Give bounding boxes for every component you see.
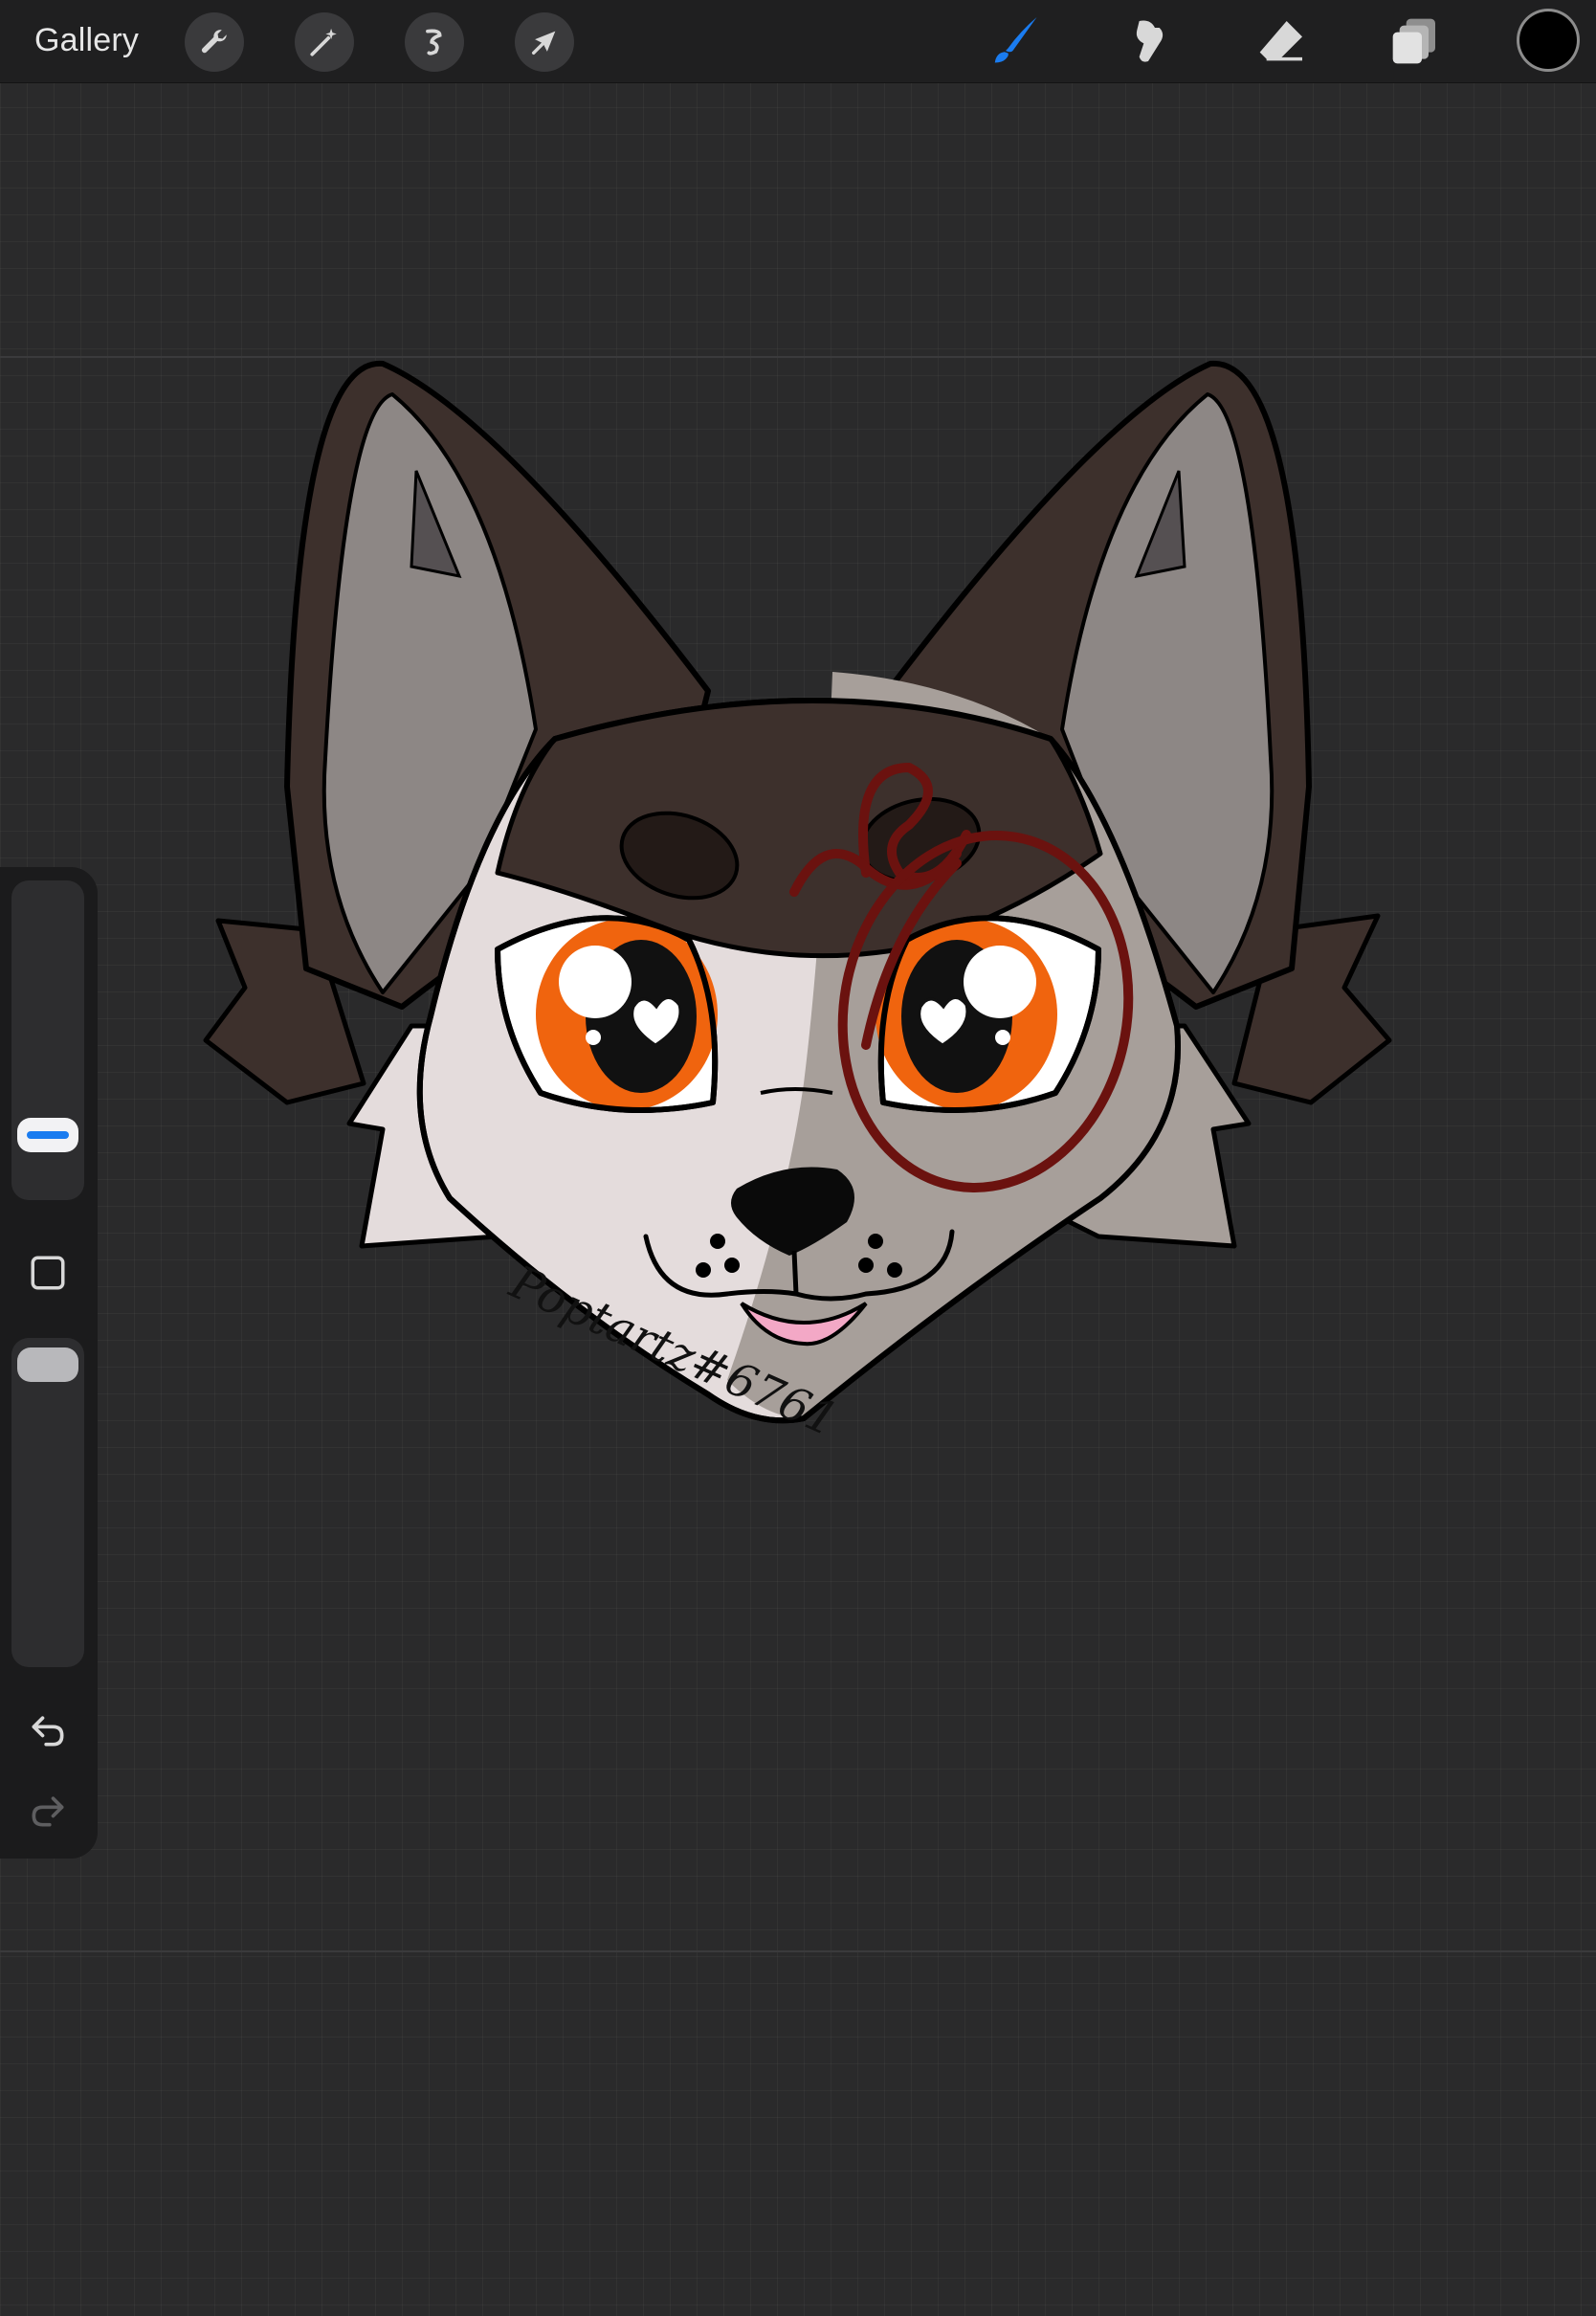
brush-opacity-slider[interactable] (11, 1338, 84, 1667)
redo-button[interactable] (21, 1784, 75, 1837)
modify-icon (31, 1256, 65, 1290)
transform-button[interactable] (515, 12, 574, 72)
brush-opacity-thumb[interactable] (17, 1347, 78, 1382)
smudge-button[interactable] (1117, 10, 1180, 73)
gallery-button[interactable]: Gallery (34, 17, 139, 63)
brush-size-thumb[interactable] (17, 1118, 78, 1152)
modify-button[interactable] (27, 1252, 69, 1294)
layers-button[interactable] (1384, 10, 1447, 73)
right-eye-highlight (964, 946, 1036, 1018)
undo-button[interactable] (21, 1704, 75, 1757)
top-toolbar: Gallery (0, 0, 1596, 83)
color-picker-swatch[interactable] (1519, 11, 1577, 69)
actions-button[interactable] (185, 12, 244, 72)
selection-icon (426, 29, 442, 56)
redo-icon (32, 1796, 64, 1827)
arrow-cursor-icon (531, 31, 556, 56)
smudge-icon (1136, 20, 1164, 62)
magic-wand-icon (310, 28, 337, 56)
paint-button[interactable] (984, 10, 1047, 73)
selection-button[interactable] (405, 12, 464, 72)
wrench-icon (201, 30, 227, 54)
left-eye-highlight (559, 946, 632, 1018)
adjustments-button[interactable] (295, 12, 354, 72)
brush-icon (994, 17, 1037, 63)
eraser-icon (1259, 21, 1302, 61)
artwork-canvas[interactable]: Poptartz#6761 (0, 356, 1596, 1952)
layers-icon (1392, 18, 1435, 64)
undo-icon (32, 1716, 64, 1747)
erase-button[interactable] (1251, 10, 1314, 73)
